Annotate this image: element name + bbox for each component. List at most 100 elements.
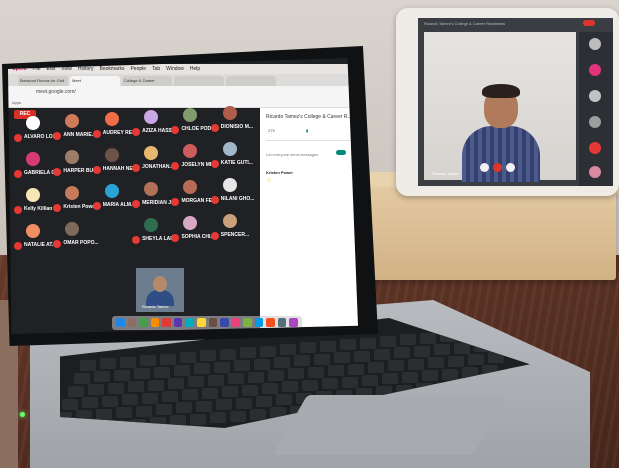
- keyboard-key[interactable]: [120, 356, 136, 368]
- keyboard-key[interactable]: [82, 397, 98, 409]
- keyboard-key[interactable]: [162, 391, 178, 402]
- keyboard-key[interactable]: [380, 336, 396, 347]
- keyboard-key[interactable]: [96, 408, 112, 420]
- keyboard-key[interactable]: [442, 368, 458, 380]
- bookmark-item[interactable]: Apps: [12, 100, 21, 105]
- dock-app-icon[interactable]: [243, 318, 252, 327]
- menubar-item[interactable]: Window: [166, 66, 184, 72]
- participant-tile[interactable]: KATIE GUTI...: [207, 138, 255, 172]
- dock-app-icon[interactable]: [208, 318, 218, 327]
- keyboard-key[interactable]: [116, 407, 132, 419]
- keyboard-key[interactable]: [134, 368, 150, 380]
- keyboard-key[interactable]: [340, 339, 356, 351]
- end-call-icon[interactable]: [493, 163, 502, 172]
- keyboard-key[interactable]: [228, 373, 244, 385]
- browser-tab[interactable]: Breakout Rooms for Grid: [18, 76, 68, 86]
- keyboard-key[interactable]: [122, 394, 138, 406]
- keyboard-key[interactable]: [74, 373, 90, 384]
- keyboard-key[interactable]: [402, 371, 418, 383]
- participant-tile[interactable]: OMAR POPO...: [49, 218, 99, 252]
- keyboard-key[interactable]: [322, 378, 338, 390]
- dock-app-icon[interactable]: [231, 318, 241, 327]
- keyboard-key[interactable]: [342, 376, 358, 388]
- keyboard-key[interactable]: [148, 379, 164, 391]
- browser-tab[interactable]: College & Career: [122, 76, 172, 86]
- featured-participant-tile[interactable]: Ricardo Tamez: [136, 268, 184, 312]
- keyboard-key[interactable]: [102, 395, 118, 407]
- keyboard-key[interactable]: [274, 357, 290, 368]
- keyboard-key[interactable]: [428, 357, 444, 369]
- keyboard-key[interactable]: [200, 350, 216, 362]
- keyboard-key[interactable]: [382, 373, 398, 385]
- keyboard-key[interactable]: [374, 349, 390, 360]
- keyboard-key[interactable]: [394, 347, 410, 359]
- keyboard-key[interactable]: [174, 365, 190, 376]
- keyboard-key[interactable]: [94, 371, 110, 383]
- keyboard-key[interactable]: [240, 347, 256, 359]
- keyboard-key[interactable]: [160, 353, 176, 365]
- keyboard-key[interactable]: [208, 374, 224, 386]
- dock-app-icon[interactable]: [185, 318, 194, 327]
- keyboard-key[interactable]: [80, 360, 96, 371]
- keyboard-key[interactable]: [448, 355, 464, 367]
- keyboard-key[interactable]: [434, 344, 450, 356]
- keyboard-key[interactable]: [188, 376, 204, 388]
- keyboard-key[interactable]: [128, 381, 144, 393]
- keyboard-key[interactable]: [222, 386, 238, 398]
- keyboard-key[interactable]: [334, 352, 350, 364]
- dock-app-icon[interactable]: [196, 318, 206, 327]
- participant-tile[interactable]: NILANI GHO...: [207, 174, 255, 208]
- keyboard-key[interactable]: [136, 405, 152, 417]
- keyboard-key[interactable]: [140, 355, 156, 367]
- dock-app-icon[interactable]: [266, 318, 275, 327]
- keyboard-key[interactable]: [236, 397, 252, 409]
- keyboard-key[interactable]: [156, 404, 172, 415]
- dock-app-icon[interactable]: [127, 318, 137, 327]
- dock-app-icon[interactable]: [277, 318, 287, 327]
- keyboard-key[interactable]: [168, 378, 184, 389]
- keyboard-key[interactable]: [214, 361, 230, 373]
- dock-app-icon[interactable]: [116, 318, 125, 327]
- dock-app-icon[interactable]: [220, 318, 229, 327]
- dock-app-icon[interactable]: [162, 318, 171, 327]
- keyboard-key[interactable]: [354, 350, 370, 362]
- keyboard-key[interactable]: [62, 399, 78, 410]
- message-toggle[interactable]: [336, 150, 346, 155]
- keyboard-key[interactable]: [308, 366, 324, 378]
- keyboard-key[interactable]: [210, 412, 226, 424]
- menubar-item[interactable]: People: [130, 66, 146, 72]
- keyboard-key[interactable]: [100, 358, 116, 370]
- keyboard-key[interactable]: [468, 354, 484, 365]
- keyboard-key[interactable]: [362, 375, 378, 386]
- keyboard-key[interactable]: [262, 383, 278, 394]
- keyboard-key[interactable]: [328, 365, 344, 377]
- keyboard-key[interactable]: [282, 381, 298, 393]
- dock-app-icon[interactable]: [254, 318, 264, 327]
- keyboard-key[interactable]: [254, 358, 270, 370]
- keyboard-key[interactable]: [314, 353, 330, 365]
- keyboard-key[interactable]: [400, 334, 416, 346]
- keyboard-key[interactable]: [114, 369, 130, 381]
- panel-tab-people[interactable]: 275: [268, 128, 275, 133]
- keyboard-key[interactable]: [422, 370, 438, 382]
- keyboard-key[interactable]: [420, 332, 436, 344]
- keyboard-key[interactable]: [288, 368, 304, 380]
- keyboard-key[interactable]: [230, 410, 246, 422]
- keyboard-key[interactable]: [176, 402, 192, 414]
- keyboard-key[interactable]: [388, 360, 404, 372]
- menubar-item[interactable]: History: [78, 66, 94, 72]
- keyboard-key[interactable]: [268, 370, 284, 381]
- dock-app-icon[interactable]: [289, 318, 298, 327]
- keyboard-key[interactable]: [202, 387, 218, 399]
- participant-tile[interactable]: SPENCER...: [207, 210, 255, 244]
- browser-tab[interactable]: Meet: [70, 76, 120, 86]
- mic-icon[interactable]: [480, 163, 489, 172]
- participant-tile[interactable]: DIONISIO M...: [207, 102, 255, 136]
- keyboard-key[interactable]: [300, 342, 316, 354]
- menubar-item[interactable]: Help: [190, 66, 200, 72]
- keyboard-key[interactable]: [414, 345, 430, 357]
- browser-tab[interactable]: [174, 76, 224, 86]
- keyboard-key[interactable]: [360, 337, 376, 349]
- trackpad[interactable]: [272, 395, 508, 455]
- keyboard-key[interactable]: [242, 384, 258, 396]
